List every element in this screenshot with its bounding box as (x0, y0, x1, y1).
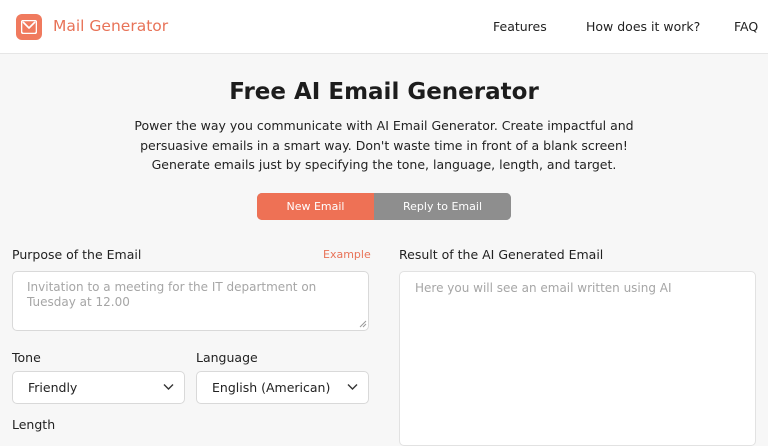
nav-faq-link[interactable]: FAQ (734, 19, 758, 34)
intro-text: Power the way you communicate with AI Em… (134, 116, 634, 175)
brand-name[interactable]: Mail Generator (53, 17, 168, 35)
tone-label: Tone (12, 350, 41, 365)
example-link[interactable]: Example (323, 248, 371, 261)
intro-line: persuasive emails in a smart way. Don't … (140, 137, 628, 153)
language-select[interactable]: English (American) (196, 371, 369, 404)
intro-line: Power the way you communicate with AI Em… (134, 118, 634, 133)
language-selected-value: English (American) (212, 380, 331, 395)
length-label: Length (12, 417, 56, 432)
result-label: Result of the AI Generated Email (399, 247, 604, 262)
page-title: Free AI Email Generator (229, 79, 539, 105)
nav-features-link[interactable]: Features (493, 19, 547, 34)
result-placeholder: Here you will see an email written using… (415, 281, 672, 295)
tone-select[interactable]: Friendly (12, 371, 185, 404)
tone-selected-value: Friendly (28, 380, 78, 395)
purpose-label: Purpose of the Email (12, 247, 142, 262)
result-output[interactable]: Here you will see an email written using… (399, 271, 756, 446)
email-mode-toggle: New Email Reply to Email (257, 193, 511, 220)
language-label: Language (196, 350, 258, 365)
chevron-down-icon (347, 384, 358, 390)
nav-how-it-works-link[interactable]: How does it work? (586, 19, 700, 34)
intro-line: Generate emails just by specifying the t… (151, 157, 617, 172)
top-header: Mail Generator Features How does it work… (0, 0, 768, 54)
reply-to-email-tab[interactable]: Reply to Email (374, 193, 511, 220)
new-email-tab[interactable]: New Email (257, 193, 374, 220)
purpose-input[interactable] (12, 271, 369, 331)
mail-logo-icon[interactable] (16, 14, 42, 40)
resize-grip-icon[interactable] (359, 320, 367, 328)
chevron-down-icon (163, 384, 174, 390)
